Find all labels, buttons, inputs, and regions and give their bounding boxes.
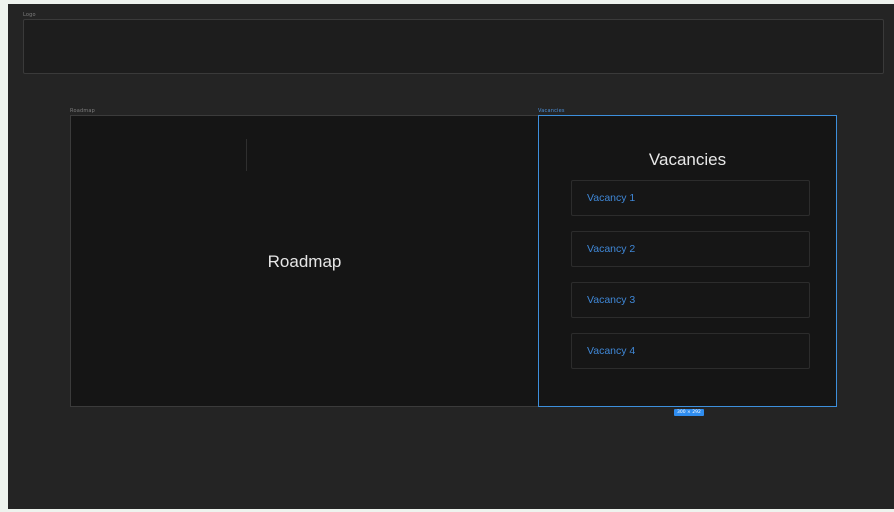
vacancies-title: Vacancies [648, 150, 727, 169]
vacancy-label: Vacancy 3 [587, 294, 636, 306]
vacancy-card-1[interactable]: Vacancy 1 [571, 180, 810, 216]
design-canvas[interactable]: Logo Roadmap Roadmap Vacancies Vacancies… [8, 4, 894, 509]
vacancy-list: Vacancy 1 Vacancy 2 Vacancy 3 Vacancy 4 [571, 180, 810, 384]
vacancies-frame[interactable]: Vacancies Vacancy 1 Vacancy 2 Vacancy 3 … [538, 115, 837, 407]
vacancy-card-2[interactable]: Vacancy 2 [571, 231, 810, 267]
roadmap-frame[interactable]: Roadmap [70, 115, 539, 407]
vacancy-label: Vacancy 1 [587, 192, 636, 204]
vacancy-label: Vacancy 4 [587, 345, 636, 357]
vacancy-card-4[interactable]: Vacancy 4 [571, 333, 810, 369]
logo-frame[interactable] [23, 19, 884, 74]
selection-size-badge: 300 × 292 [674, 409, 704, 416]
vacancies-frame-label[interactable]: Vacancies [538, 108, 565, 114]
divider-line [246, 139, 247, 171]
vacancy-card-3[interactable]: Vacancy 3 [571, 282, 810, 318]
roadmap-title: Roadmap [267, 252, 342, 271]
vacancy-label: Vacancy 2 [587, 243, 636, 255]
roadmap-frame-label[interactable]: Roadmap [70, 108, 95, 114]
logo-frame-label[interactable]: Logo [23, 12, 36, 18]
